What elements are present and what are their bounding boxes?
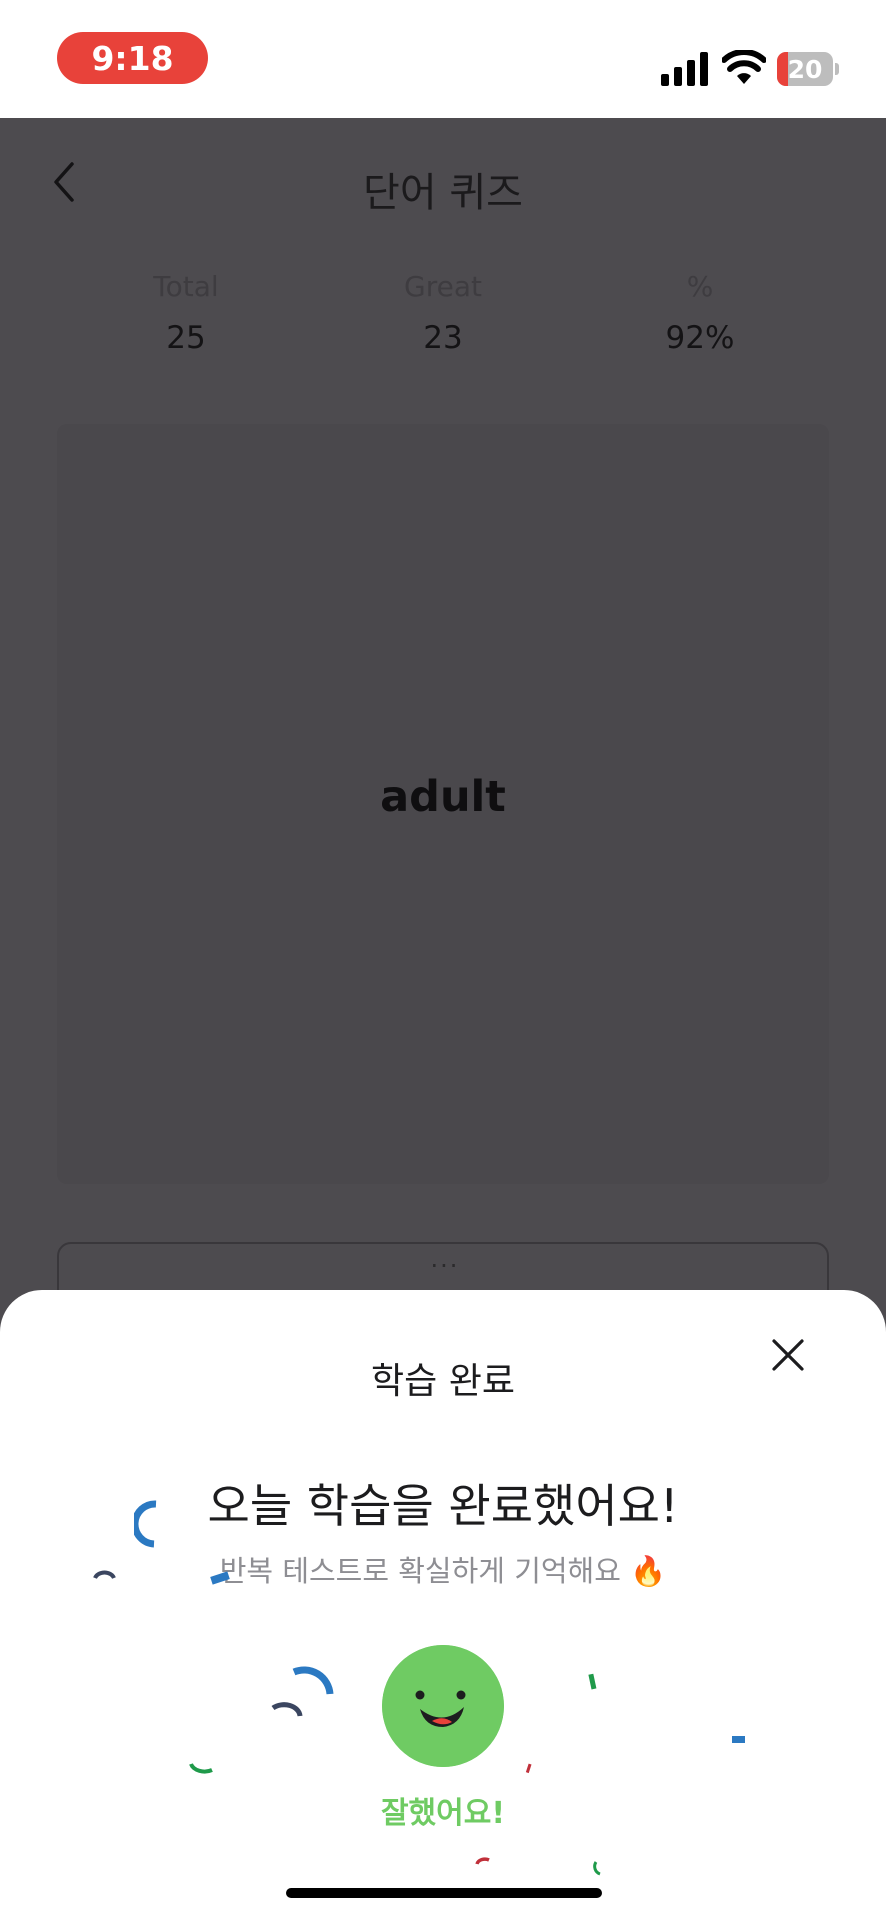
- close-icon[interactable]: [768, 1335, 808, 1375]
- smiling-face-icon: [382, 1645, 504, 1767]
- battery-level: 20: [787, 54, 823, 84]
- stat-value: 23: [423, 320, 463, 356]
- confetti-piece: [292, 1666, 334, 1695]
- praise-text: 잘했어요!: [380, 1796, 506, 1831]
- confetti-piece: [93, 1570, 116, 1580]
- home-indicator[interactable]: [286, 1888, 602, 1898]
- quiz-word: adult: [380, 772, 506, 822]
- stat-label: Great: [404, 270, 482, 303]
- confetti-piece: [525, 1763, 532, 1774]
- page-title: 단어 퀴즈: [363, 170, 523, 216]
- completion-bottom-sheet: 학습 완료 오늘 학습을 완료했어요! 반복 테스트로 확실하게 기억해요 🔥: [0, 1290, 886, 1920]
- confetti-piece: [588, 1673, 597, 1690]
- stat-label: Total: [153, 270, 219, 303]
- stat-total: Total 25: [86, 270, 286, 356]
- confetti-piece: [475, 1857, 490, 1865]
- completion-subtitle: 반복 테스트로 확실하게 기억해요 🔥: [219, 1554, 667, 1588]
- completion-headline: 오늘 학습을 완료했어요!: [207, 1479, 679, 1533]
- stat-value: 25: [166, 320, 206, 356]
- screen: 9:18 20 단어 퀴즈 Total 25 Great 23 % 92% ad…: [0, 0, 886, 1920]
- status-time: 9:18: [57, 32, 208, 84]
- confetti-piece: [593, 1861, 601, 1876]
- confetti-piece: [134, 1500, 157, 1548]
- answer-placeholder: ···: [430, 1252, 460, 1280]
- status-bar: 9:18 20: [0, 0, 886, 118]
- confetti-piece: [189, 1763, 213, 1774]
- sheet-title: 학습 완료: [371, 1361, 515, 1402]
- cellular-signal-icon: [661, 52, 708, 86]
- word-card: adult: [57, 424, 829, 1184]
- battery-icon: 20: [777, 52, 839, 86]
- stat-great: Great 23: [343, 270, 543, 356]
- stat-percent: % 92%: [600, 270, 800, 356]
- stat-label: %: [686, 270, 714, 303]
- wifi-icon: [722, 50, 766, 84]
- confetti-piece: [732, 1736, 745, 1743]
- confetti-piece: [271, 1702, 303, 1717]
- stat-value: 92%: [665, 320, 735, 356]
- confetti-piece: [210, 1571, 230, 1585]
